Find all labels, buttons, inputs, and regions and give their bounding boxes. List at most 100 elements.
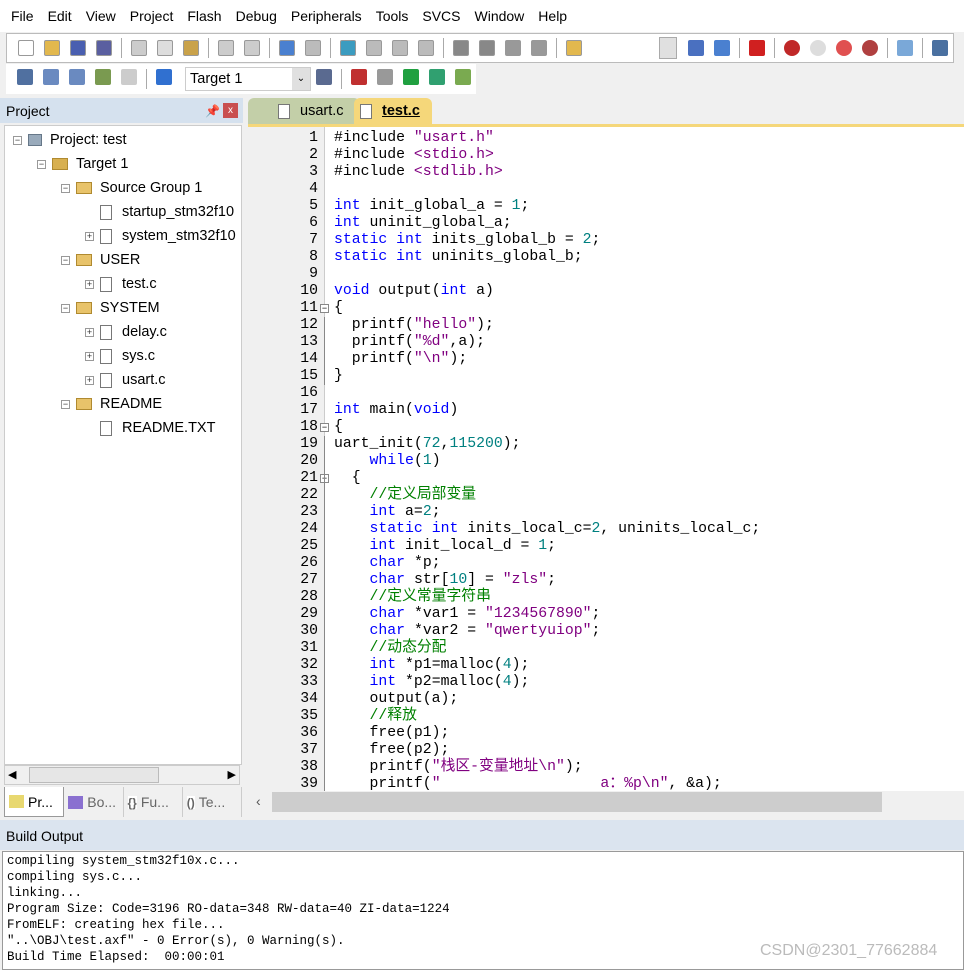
tree-item-file[interactable]: startup_stm32f10: [85, 201, 234, 223]
close-panel-button[interactable]: x: [223, 103, 238, 118]
code-line[interactable]: int init_local_d = 1;: [334, 538, 557, 555]
cut-icon[interactable]: [131, 40, 147, 56]
panel-tab-books[interactable]: Bo...: [64, 787, 124, 817]
collapse-icon[interactable]: −: [61, 183, 70, 193]
find-icon[interactable]: [688, 40, 704, 56]
code-line[interactable]: {: [334, 419, 343, 436]
tree-item-file[interactable]: + test.c: [85, 273, 157, 295]
tree-item-folder[interactable]: − SYSTEM: [61, 297, 160, 319]
code-line[interactable]: printf("栈区-变量地址\n");: [334, 759, 583, 776]
collapse-icon[interactable]: −: [37, 159, 46, 169]
build-icon[interactable]: [43, 69, 59, 85]
code-line[interactable]: static int inits_global_b = 2;: [334, 232, 600, 249]
panel-tab-functions[interactable]: {} Fu...: [124, 787, 183, 817]
code-line[interactable]: int main(void): [334, 402, 458, 419]
tree-item-file[interactable]: README.TXT: [85, 417, 215, 439]
scroll-thumb[interactable]: [272, 792, 882, 812]
code-line[interactable]: {: [334, 300, 343, 317]
translate-icon[interactable]: [17, 69, 33, 85]
code-line[interactable]: //释放: [334, 708, 417, 725]
menu-tools[interactable]: Tools: [369, 8, 416, 24]
scroll-left-arrow[interactable]: ◀: [8, 768, 16, 781]
code-line[interactable]: printf(" a：%p\n", &a);: [334, 776, 722, 791]
code-line[interactable]: while(1): [334, 453, 441, 470]
collapse-icon[interactable]: −: [61, 399, 70, 409]
rebuild-icon[interactable]: [69, 69, 85, 85]
tree-item-folder[interactable]: − Source Group 1: [61, 177, 202, 199]
code-line[interactable]: void output(int a): [334, 283, 494, 300]
collapse-icon[interactable]: −: [61, 255, 70, 265]
menu-view[interactable]: View: [79, 8, 123, 24]
batch-build-icon[interactable]: [95, 69, 111, 85]
window-layout-icon[interactable]: [897, 40, 913, 56]
code-line[interactable]: //定义常量字符串: [334, 589, 491, 606]
tree-item-target[interactable]: − Target 1: [37, 153, 128, 175]
code-line[interactable]: printf("\n");: [334, 351, 467, 368]
download-icon[interactable]: [156, 69, 172, 85]
expand-icon[interactable]: +: [85, 279, 94, 289]
code-line[interactable]: char str[10] = "zls";: [334, 572, 557, 589]
code-line[interactable]: //定义局部变量: [334, 487, 477, 504]
expand-icon[interactable]: +: [85, 351, 94, 361]
code-line[interactable]: #include <stdio.h>: [334, 147, 494, 164]
code-line[interactable]: static int inits_local_c=2, uninits_loca…: [334, 521, 761, 538]
code-line[interactable]: }: [334, 368, 343, 385]
menu-svcs[interactable]: SVCS: [415, 8, 467, 24]
expand-icon[interactable]: +: [85, 375, 94, 385]
find-combo-dropdown[interactable]: [659, 37, 677, 59]
fold-collapse-icon[interactable]: −: [320, 304, 329, 313]
tree-item-folder[interactable]: − README: [61, 393, 162, 415]
code-line[interactable]: static int uninits_global_b;: [334, 249, 583, 266]
undo-icon[interactable]: [218, 40, 234, 56]
prev-bookmark-icon[interactable]: [366, 40, 382, 56]
uncomment-icon[interactable]: [531, 40, 547, 56]
select-packs-icon[interactable]: [377, 69, 393, 85]
menu-edit[interactable]: Edit: [41, 8, 79, 24]
pack-installer-icon[interactable]: [403, 69, 419, 85]
code-line[interactable]: int init_global_a = 1;: [334, 198, 529, 215]
open-icon[interactable]: [44, 40, 60, 56]
clear-bookmarks-icon[interactable]: [418, 40, 434, 56]
scroll-right-arrow[interactable]: ▶: [228, 768, 236, 781]
target-select[interactable]: Target 1 ⌄: [185, 67, 311, 91]
paste-icon[interactable]: [183, 40, 199, 56]
event-recorder-icon[interactable]: [429, 69, 445, 85]
code-line[interactable]: int uninit_global_a;: [334, 215, 512, 232]
chevron-down-icon[interactable]: ⌄: [292, 68, 310, 90]
code-line[interactable]: printf("hello");: [334, 317, 494, 334]
code-line[interactable]: printf("%d",a);: [334, 334, 485, 351]
editor-hscrollbar[interactable]: ‹: [250, 791, 964, 813]
code-line[interactable]: #include <stdlib.h>: [334, 164, 503, 181]
tree-item-root[interactable]: − Project: test: [13, 129, 127, 151]
editor-tab-usart-c[interactable]: usart.c: [248, 98, 360, 124]
code-editor[interactable]: 1 #include "usart.h" 2 #include <stdio.h> 3 #…: [250, 127, 964, 791]
expand-icon[interactable]: +: [85, 231, 94, 241]
save-icon[interactable]: [70, 40, 86, 56]
save-all-icon[interactable]: [96, 40, 112, 56]
copy-icon[interactable]: [157, 40, 173, 56]
code-line[interactable]: int *p2=malloc(4);: [334, 674, 530, 691]
tree-item-file[interactable]: + delay.c: [85, 321, 167, 343]
kill-breakpoints-icon[interactable]: [862, 40, 878, 56]
tree-item-folder[interactable]: − USER: [61, 249, 140, 271]
menu-project[interactable]: Project: [123, 8, 181, 24]
menu-debug[interactable]: Debug: [229, 8, 284, 24]
code-line[interactable]: free(p2);: [334, 742, 450, 759]
bookmark-icon[interactable]: [340, 40, 356, 56]
code-line[interactable]: int *p1=malloc(4);: [334, 657, 530, 674]
menu-window[interactable]: Window: [468, 8, 532, 24]
menu-peripherals[interactable]: Peripherals: [284, 8, 369, 24]
expand-icon[interactable]: +: [85, 327, 94, 337]
scroll-left-arrow[interactable]: ‹: [256, 793, 261, 809]
tree-item-file[interactable]: + usart.c: [85, 369, 166, 391]
comment-icon[interactable]: [505, 40, 521, 56]
software-packs-icon[interactable]: [455, 69, 471, 85]
menu-flash[interactable]: Flash: [180, 8, 228, 24]
code-line[interactable]: {: [334, 470, 361, 487]
panel-tab-templates[interactable]: () Te...: [183, 787, 242, 817]
menu-help[interactable]: Help: [531, 8, 574, 24]
code-line[interactable]: output(a);: [334, 691, 459, 708]
collapse-icon[interactable]: −: [13, 135, 22, 145]
pin-icon[interactable]: 📌: [205, 104, 220, 118]
debug-session-icon[interactable]: [749, 40, 765, 56]
